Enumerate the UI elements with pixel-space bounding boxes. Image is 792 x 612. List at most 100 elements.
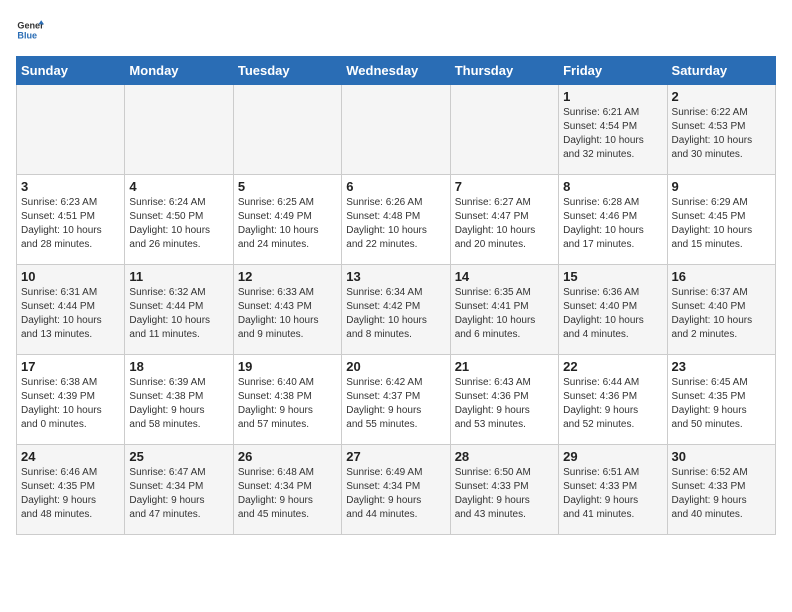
day-number: 17 (21, 359, 120, 374)
day-number: 27 (346, 449, 445, 464)
day-info: Sunrise: 6:32 AM Sunset: 4:44 PM Dayligh… (129, 286, 228, 342)
day-number: 24 (21, 449, 120, 464)
day-cell: 28 Sunrise: 6:50 AM Sunset: 4:33 PM Dayli… (450, 445, 558, 535)
day-header-saturday: Saturday (667, 57, 775, 85)
day-info: Sunrise: 6:28 AM Sunset: 4:46 PM Dayligh… (563, 196, 662, 252)
day-info: Sunrise: 6:38 AM Sunset: 4:39 PM Dayligh… (21, 376, 120, 432)
day-number: 7 (455, 179, 554, 194)
day-info: Sunrise: 6:44 AM Sunset: 4:36 PM Dayligh… (563, 376, 662, 432)
day-number: 19 (238, 359, 337, 374)
day-number: 29 (563, 449, 662, 464)
day-cell: 29 Sunrise: 6:51 AM Sunset: 4:33 PM Dayli… (559, 445, 667, 535)
day-cell: 3 Sunrise: 6:23 AM Sunset: 4:51 PM Daylig… (17, 175, 125, 265)
day-cell: 15 Sunrise: 6:36 AM Sunset: 4:40 PM Dayli… (559, 265, 667, 355)
day-cell: 25 Sunrise: 6:47 AM Sunset: 4:34 PM Dayli… (125, 445, 233, 535)
week-row-5: 24 Sunrise: 6:46 AM Sunset: 4:35 PM Dayli… (17, 445, 776, 535)
day-header-tuesday: Tuesday (233, 57, 341, 85)
day-info: Sunrise: 6:48 AM Sunset: 4:34 PM Dayligh… (238, 466, 337, 522)
day-header-monday: Monday (125, 57, 233, 85)
day-header-wednesday: Wednesday (342, 57, 450, 85)
day-info: Sunrise: 6:24 AM Sunset: 4:50 PM Dayligh… (129, 196, 228, 252)
day-number: 20 (346, 359, 445, 374)
day-info: Sunrise: 6:34 AM Sunset: 4:42 PM Dayligh… (346, 286, 445, 342)
day-info: Sunrise: 6:23 AM Sunset: 4:51 PM Dayligh… (21, 196, 120, 252)
day-info: Sunrise: 6:27 AM Sunset: 4:47 PM Dayligh… (455, 196, 554, 252)
day-number: 3 (21, 179, 120, 194)
day-header-thursday: Thursday (450, 57, 558, 85)
day-number: 22 (563, 359, 662, 374)
day-number: 1 (563, 89, 662, 104)
logo: General Blue (16, 16, 48, 44)
day-cell: 18 Sunrise: 6:39 AM Sunset: 4:38 PM Dayli… (125, 355, 233, 445)
day-cell: 16Sunrise: 6:37 AM Sunset: 4:40 PM Dayli… (667, 265, 775, 355)
day-cell (17, 85, 125, 175)
day-cell (342, 85, 450, 175)
day-number: 14 (455, 269, 554, 284)
day-cell: 5 Sunrise: 6:25 AM Sunset: 4:49 PM Daylig… (233, 175, 341, 265)
day-number: 4 (129, 179, 228, 194)
day-cell: 17 Sunrise: 6:38 AM Sunset: 4:39 PM Dayli… (17, 355, 125, 445)
day-header-friday: Friday (559, 57, 667, 85)
svg-text:Blue: Blue (17, 30, 37, 40)
day-cell: 2Sunrise: 6:22 AM Sunset: 4:53 PM Daylig… (667, 85, 775, 175)
day-cell: 30 Sunrise: 6:52 AM Sunset: 4:33 PM Dayli… (667, 445, 775, 535)
calendar-table: SundayMondayTuesdayWednesdayThursdayFrid… (16, 56, 776, 535)
week-row-3: 10 Sunrise: 6:31 AM Sunset: 4:44 PM Dayli… (17, 265, 776, 355)
day-info: Sunrise: 6:52 AM Sunset: 4:33 PM Dayligh… (672, 466, 771, 522)
week-row-2: 3 Sunrise: 6:23 AM Sunset: 4:51 PM Daylig… (17, 175, 776, 265)
day-number: 30 (672, 449, 771, 464)
day-info: Sunrise: 6:36 AM Sunset: 4:40 PM Dayligh… (563, 286, 662, 342)
day-info: Sunrise: 6:43 AM Sunset: 4:36 PM Dayligh… (455, 376, 554, 432)
day-info: Sunrise: 6:35 AM Sunset: 4:41 PM Dayligh… (455, 286, 554, 342)
day-info: Sunrise: 6:39 AM Sunset: 4:38 PM Dayligh… (129, 376, 228, 432)
day-info: Sunrise: 6:21 AM Sunset: 4:54 PM Dayligh… (563, 106, 662, 162)
day-cell: 1 Sunrise: 6:21 AM Sunset: 4:54 PM Daylig… (559, 85, 667, 175)
day-number: 23 (672, 359, 771, 374)
day-number: 11 (129, 269, 228, 284)
day-info: Sunrise: 6:45 AM Sunset: 4:35 PM Dayligh… (672, 376, 771, 432)
day-cell: 13Sunrise: 6:34 AM Sunset: 4:42 PM Dayli… (342, 265, 450, 355)
week-row-1: 1 Sunrise: 6:21 AM Sunset: 4:54 PM Daylig… (17, 85, 776, 175)
day-cell: 6Sunrise: 6:26 AM Sunset: 4:48 PM Daylig… (342, 175, 450, 265)
day-number: 12 (238, 269, 337, 284)
day-cell: 22 Sunrise: 6:44 AM Sunset: 4:36 PM Dayli… (559, 355, 667, 445)
day-number: 9 (672, 179, 771, 194)
day-cell (125, 85, 233, 175)
day-info: Sunrise: 6:49 AM Sunset: 4:34 PM Dayligh… (346, 466, 445, 522)
day-cell (450, 85, 558, 175)
header-row: SundayMondayTuesdayWednesdayThursdayFrid… (17, 57, 776, 85)
day-number: 8 (563, 179, 662, 194)
week-row-4: 17 Sunrise: 6:38 AM Sunset: 4:39 PM Dayli… (17, 355, 776, 445)
day-info: Sunrise: 6:47 AM Sunset: 4:34 PM Dayligh… (129, 466, 228, 522)
day-cell: 21Sunrise: 6:43 AM Sunset: 4:36 PM Dayli… (450, 355, 558, 445)
day-number: 10 (21, 269, 120, 284)
day-cell: 12 Sunrise: 6:33 AM Sunset: 4:43 PM Dayli… (233, 265, 341, 355)
day-cell: 10 Sunrise: 6:31 AM Sunset: 4:44 PM Dayli… (17, 265, 125, 355)
day-number: 2 (672, 89, 771, 104)
day-cell (233, 85, 341, 175)
day-header-sunday: Sunday (17, 57, 125, 85)
day-number: 5 (238, 179, 337, 194)
day-info: Sunrise: 6:50 AM Sunset: 4:33 PM Dayligh… (455, 466, 554, 522)
day-cell: 4 Sunrise: 6:24 AM Sunset: 4:50 PM Daylig… (125, 175, 233, 265)
day-info: Sunrise: 6:25 AM Sunset: 4:49 PM Dayligh… (238, 196, 337, 252)
day-number: 28 (455, 449, 554, 464)
day-cell: 24 Sunrise: 6:46 AM Sunset: 4:35 PM Dayli… (17, 445, 125, 535)
day-info: Sunrise: 6:31 AM Sunset: 4:44 PM Dayligh… (21, 286, 120, 342)
day-number: 15 (563, 269, 662, 284)
day-cell: 26 Sunrise: 6:48 AM Sunset: 4:34 PM Dayli… (233, 445, 341, 535)
day-number: 26 (238, 449, 337, 464)
day-info: Sunrise: 6:29 AM Sunset: 4:45 PM Dayligh… (672, 196, 771, 252)
day-info: Sunrise: 6:51 AM Sunset: 4:33 PM Dayligh… (563, 466, 662, 522)
day-info: Sunrise: 6:42 AM Sunset: 4:37 PM Dayligh… (346, 376, 445, 432)
day-cell: 14 Sunrise: 6:35 AM Sunset: 4:41 PM Dayli… (450, 265, 558, 355)
day-number: 25 (129, 449, 228, 464)
day-info: Sunrise: 6:33 AM Sunset: 4:43 PM Dayligh… (238, 286, 337, 342)
day-cell: 9 Sunrise: 6:29 AM Sunset: 4:45 PM Daylig… (667, 175, 775, 265)
day-cell: 7 Sunrise: 6:27 AM Sunset: 4:47 PM Daylig… (450, 175, 558, 265)
header: General Blue (16, 16, 776, 44)
day-cell: 19Sunrise: 6:40 AM Sunset: 4:38 PM Dayli… (233, 355, 341, 445)
day-number: 6 (346, 179, 445, 194)
day-info: Sunrise: 6:46 AM Sunset: 4:35 PM Dayligh… (21, 466, 120, 522)
day-number: 18 (129, 359, 228, 374)
